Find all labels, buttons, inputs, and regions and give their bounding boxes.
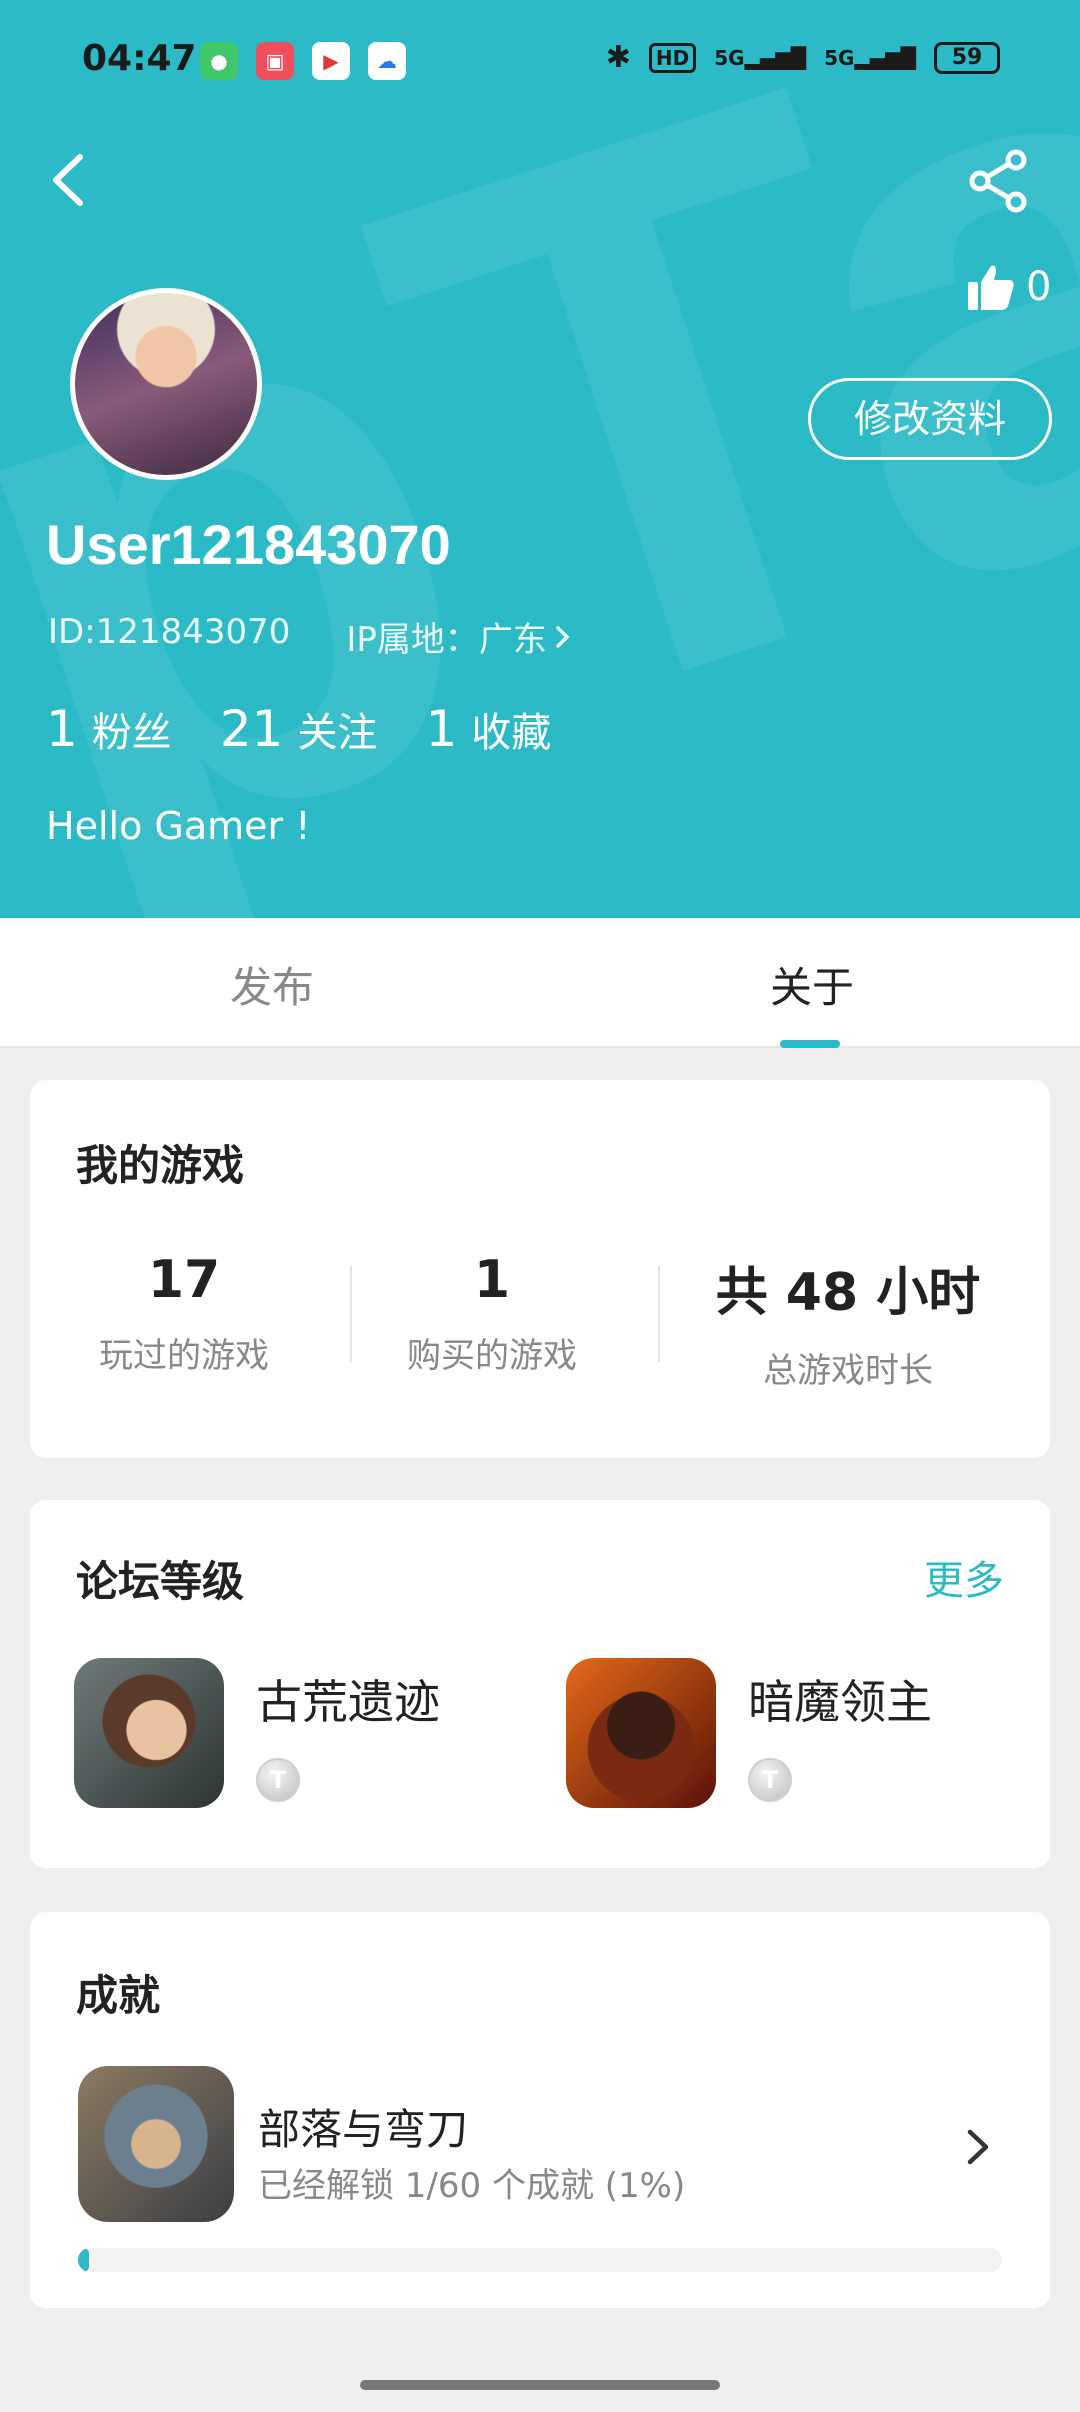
edit-profile-button[interactable]: 修改资料: [808, 378, 1052, 460]
user-id: ID:121843070: [48, 612, 291, 652]
like-count: 0: [1026, 264, 1052, 310]
thumbs-up-icon: [968, 265, 1014, 310]
divider: [350, 1266, 352, 1362]
my-games-card: 我的游戏 17 玩过的游戏 1 购买的游戏 共 48 小时 总游戏时长: [30, 1080, 1050, 1458]
bluetooth-icon: ✱: [605, 40, 631, 75]
following-stat[interactable]: 21 关注: [220, 700, 378, 758]
level-badge-icon: T: [748, 1758, 792, 1802]
forum-level-card: 论坛等级 更多 古荒遗迹 T 暗魔领主 T: [30, 1500, 1050, 1868]
achievements-card[interactable]: 成就 部落与弯刀 已经解锁 1/60 个成就 (1%): [30, 1912, 1050, 2308]
cloud-icon: ☁: [368, 42, 406, 80]
more-link[interactable]: 更多: [924, 1548, 1004, 1606]
game-icon: [566, 1658, 716, 1808]
achievement-progress-bar: [78, 2248, 1002, 2272]
chevron-right-icon: [556, 625, 570, 648]
status-bar: 04:47 ● ▣ ▶ ☁ ✱ HD 5G▂▄▆█ 5G▂▄▆█ 59: [0, 30, 1080, 94]
profile-header: pTa 04:47 ● ▣ ▶ ☁ ✱ HD 5G▂▄▆█ 5G▂▄▆█ 59: [0, 0, 1080, 918]
share-icon: [969, 149, 1027, 213]
notification-icons: ● ▣ ▶ ☁: [200, 42, 406, 80]
profile-meta: ID:121843070 IP属地：广东: [48, 612, 573, 661]
chevron-right-icon: [958, 2122, 998, 2172]
game-icon: [78, 2066, 234, 2222]
back-button[interactable]: [40, 145, 100, 215]
tab-bar: 发布 关于: [0, 918, 1080, 1048]
messages-icon: ●: [200, 42, 238, 80]
battery-icon: 59: [934, 41, 1000, 74]
achievements-title: 成就: [76, 1971, 161, 2020]
video-icon: ▣: [256, 42, 294, 80]
tab-indicator: [780, 1040, 840, 1048]
games-stats: 17 玩过的游戏 1 购买的游戏 共 48 小时 总游戏时长: [30, 1250, 1050, 1392]
followers-stat[interactable]: 1 粉丝: [46, 700, 172, 758]
forum-game-name: 暗魔领主: [748, 1675, 932, 1729]
social-stats: 1 粉丝 21 关注 1 收藏: [46, 700, 551, 758]
forum-game-name: 古荒遗迹: [256, 1675, 440, 1729]
divider: [658, 1266, 660, 1362]
hd-icon: HD: [648, 42, 697, 73]
purchased-games-stat[interactable]: 1 购买的游戏: [338, 1250, 646, 1392]
like-button[interactable]: 0: [966, 262, 1051, 312]
achievement-progress-fill: [78, 2248, 90, 2272]
play-icon: ▶: [312, 42, 350, 80]
ip-location[interactable]: IP属地：广东: [346, 612, 573, 661]
favorites-stat[interactable]: 1 收藏: [425, 700, 551, 758]
ip-location-label: IP属地：广东: [346, 620, 547, 660]
bio: Hello Gamer !: [46, 804, 311, 848]
forum-level-title: 论坛等级: [76, 1557, 245, 1606]
tab-publish[interactable]: 发布: [230, 954, 314, 1015]
signal-icon: 5G▂▄▆█: [824, 45, 916, 70]
home-indicator[interactable]: [360, 2380, 720, 2390]
game-icon: [74, 1658, 224, 1808]
played-games-stat[interactable]: 17 玩过的游戏: [30, 1250, 338, 1392]
achievement-progress-text: 已经解锁 1/60 个成就 (1%): [258, 2166, 686, 2206]
signal-icon: 5G▂▄▆█: [714, 45, 807, 70]
status-time: 04:47: [82, 38, 197, 79]
my-games-title: 我的游戏: [76, 1141, 245, 1190]
avatar[interactable]: [70, 288, 262, 480]
system-icons: ✱ HD 5G▂▄▆█ 5G▂▄▆█ 59: [606, 40, 1000, 75]
chevron-left-icon: [53, 154, 83, 206]
playtime-stat[interactable]: 共 48 小时 总游戏时长: [646, 1250, 1050, 1392]
tab-about[interactable]: 关于: [770, 954, 854, 1015]
forum-item[interactable]: 古荒遗迹 T: [74, 1658, 440, 1808]
username: User121843070: [46, 513, 451, 576]
share-button[interactable]: [966, 148, 1032, 214]
level-badge-icon: T: [256, 1758, 300, 1802]
forum-item[interactable]: 暗魔领主 T: [566, 1658, 932, 1808]
achievement-game-name: 部落与弯刀: [258, 2105, 469, 2154]
